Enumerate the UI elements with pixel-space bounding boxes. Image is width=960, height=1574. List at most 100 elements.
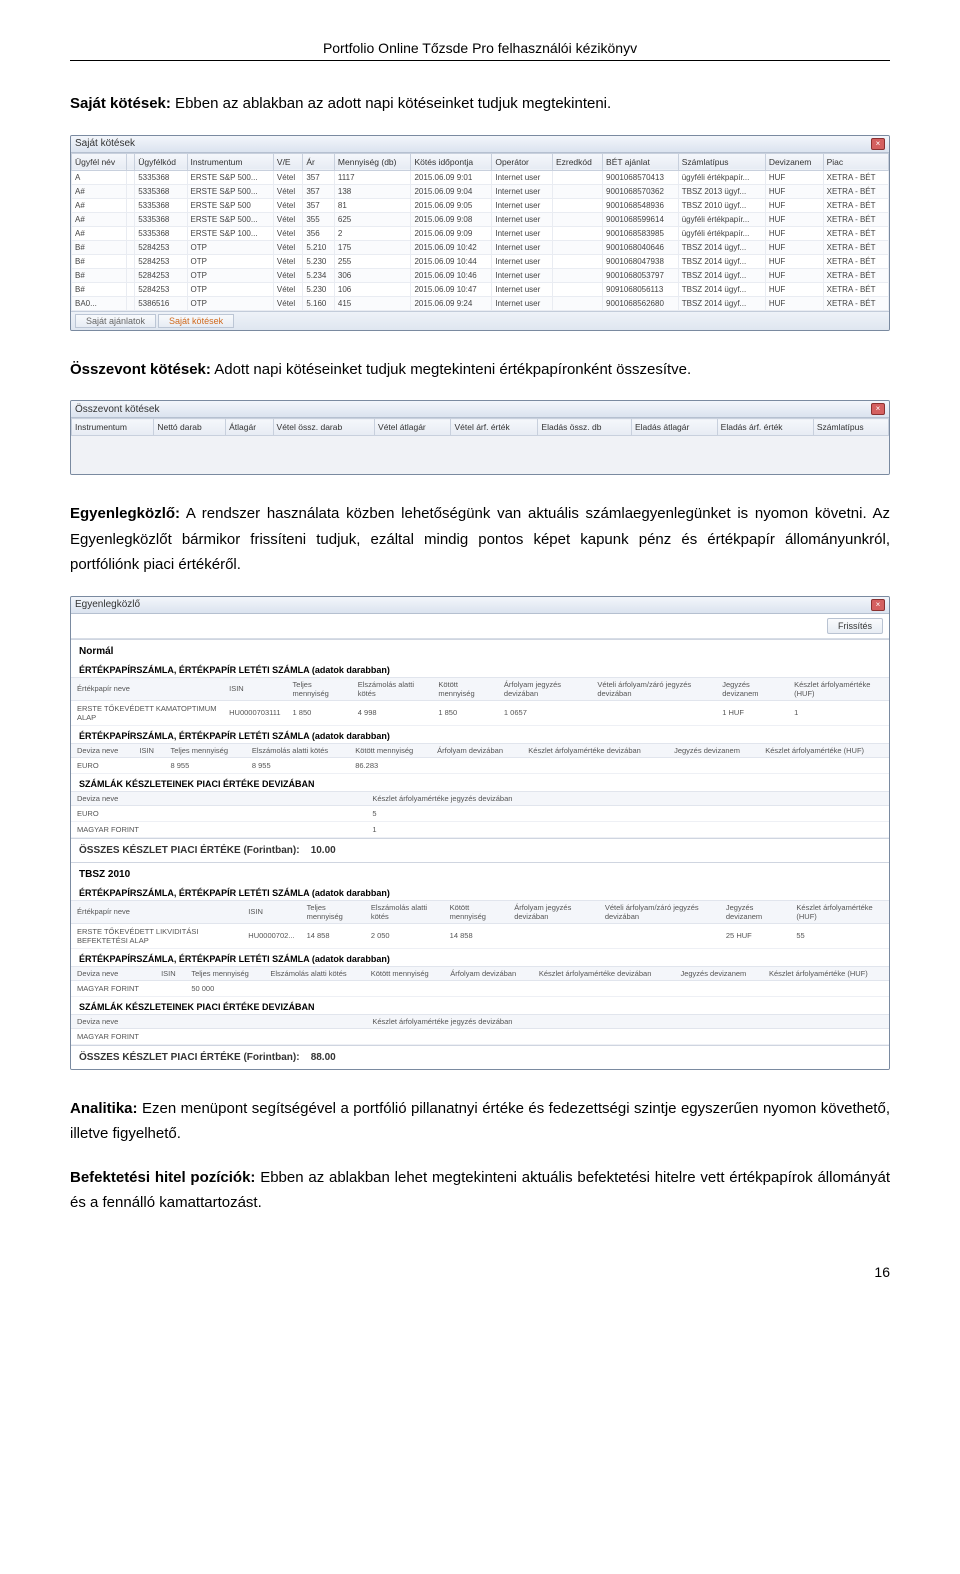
column-header[interactable]: Készlet árfolyamértéke devizában — [533, 966, 675, 980]
column-header[interactable]: Piac — [823, 153, 888, 170]
column-header[interactable]: Készlet árfolyamértéke (HUF) — [763, 966, 889, 980]
column-header[interactable]: Vétel össz. darab — [273, 419, 375, 436]
table-row[interactable]: B#5284253OTPVétel5.2343062015.06.09 10:4… — [72, 268, 889, 282]
column-header[interactable]: Elszámolás alatti kötés — [352, 677, 433, 700]
table-row[interactable]: B#5284253OTPVétel5.2101752015.06.09 10:4… — [72, 240, 889, 254]
table-row[interactable]: EURO5 — [71, 805, 889, 821]
column-header[interactable]: Eladás árf. érték — [717, 419, 813, 436]
column-header[interactable] — [325, 791, 366, 805]
column-header[interactable]: Átlagár — [226, 419, 273, 436]
column-header[interactable]: Árfolyam devizában — [431, 743, 522, 757]
column-header[interactable]: Árfolyam jegyzés devizában — [508, 900, 599, 923]
column-header[interactable]: Kötött mennyiség — [444, 900, 509, 923]
table-row[interactable]: B#5284253OTPVétel5.2302552015.06.09 10:4… — [72, 254, 889, 268]
refresh-button[interactable]: Frissítés — [827, 618, 883, 634]
column-header[interactable]: Készlet árfolyamértéke (HUF) — [790, 900, 889, 923]
column-header[interactable] — [127, 153, 135, 170]
column-header[interactable]: Teljes mennyiség — [185, 966, 264, 980]
column-header[interactable]: V/E — [273, 153, 302, 170]
column-header[interactable]: Ügyfélkód — [135, 153, 187, 170]
column-header[interactable]: Ár — [303, 153, 335, 170]
table-row[interactable]: ERSTE TŐKEVÉDETT KAMATOPTIMUM ALAPHU0000… — [71, 700, 889, 725]
table-cell: 625 — [334, 212, 411, 226]
column-header[interactable]: Teljes mennyiség — [301, 900, 365, 923]
table-row[interactable]: A#5335368ERSTE S&P 500...Vétel3556252015… — [72, 212, 889, 226]
column-header[interactable]: Kötött mennyiség — [432, 677, 498, 700]
column-header[interactable] — [325, 1014, 366, 1028]
column-header[interactable]: Nettó darab — [154, 419, 226, 436]
column-header[interactable]: Deviza neve — [71, 1014, 325, 1028]
table-row[interactable]: A#5335368ERSTE S&P 500...Vétel3571382015… — [72, 184, 889, 198]
column-header[interactable]: Vételi árfolyam/záró jegyzés devizában — [599, 900, 720, 923]
column-header[interactable]: Elszámolás alatti kötés — [246, 743, 349, 757]
table-cell: 5335368 — [135, 170, 187, 184]
column-header[interactable]: Jegyzés devizanem — [720, 900, 791, 923]
column-header[interactable]: Elszámolás alatti kötés — [264, 966, 364, 980]
column-header[interactable]: Instrumentum — [72, 419, 154, 436]
close-icon[interactable]: × — [871, 403, 885, 415]
column-header[interactable]: Eladás átlagár — [632, 419, 718, 436]
column-header[interactable]: Árfolyam devizában — [444, 966, 533, 980]
column-header[interactable]: BÉT ajánlat — [603, 153, 679, 170]
column-header[interactable]: Értékpapír neve — [71, 677, 223, 700]
column-header[interactable]: Instrumentum — [187, 153, 273, 170]
table-row[interactable]: BA0...5386516OTPVétel5.1604152015.06.09 … — [72, 296, 889, 310]
column-header[interactable]: Kötött mennyiség — [349, 743, 431, 757]
column-header[interactable]: ISIN — [155, 966, 185, 980]
column-header[interactable]: ISIN — [242, 900, 300, 923]
column-header[interactable]: Készlet árfolyamértéke (HUF) — [759, 743, 889, 757]
column-header[interactable]: Teljes mennyiség — [164, 743, 245, 757]
table-cell: OTP — [187, 240, 273, 254]
table-cell: 1117 — [334, 170, 411, 184]
column-header[interactable]: Jegyzés devizanem — [668, 743, 759, 757]
column-header[interactable]: Mennyiség (db) — [334, 153, 411, 170]
column-header[interactable]: Vételi árfolyam/záró jegyzés devizában — [591, 677, 716, 700]
column-header[interactable]: Ezredkód — [552, 153, 602, 170]
column-header[interactable]: Eladás össz. db — [538, 419, 632, 436]
table-cell: Vétel — [273, 240, 302, 254]
table-cell: Internet user — [492, 268, 553, 282]
column-header[interactable]: Készlet árfolyamértéke devizában — [522, 743, 668, 757]
column-header[interactable]: Készlet árfolyamértéke (HUF) — [788, 677, 889, 700]
column-header[interactable]: Értékpapír neve — [71, 900, 242, 923]
column-header[interactable]: Kötés időpontja — [411, 153, 492, 170]
table-row[interactable]: ERSTE TŐKEVÉDETT LIKVIDITÁSI BEFEKTETÉSI… — [71, 923, 889, 948]
table-row[interactable]: MAGYAR FORINT1 — [71, 821, 889, 837]
tab-sajat-kotesek[interactable]: Saját kötések — [158, 314, 234, 328]
column-header[interactable]: Vétel átlagár — [375, 419, 451, 436]
column-header[interactable]: Elszámolás alatti kötés — [365, 900, 444, 923]
column-header[interactable]: Számlatípus — [678, 153, 765, 170]
column-header[interactable]: Vétel árf. érték — [451, 419, 538, 436]
column-header[interactable]: Jegyzés devizanem — [716, 677, 788, 700]
column-header[interactable]: Deviza neve — [71, 791, 325, 805]
table-row[interactable]: MAGYAR FORINT — [71, 1028, 889, 1044]
table-row[interactable]: A5335368ERSTE S&P 500...Vétel35711172015… — [72, 170, 889, 184]
tab-sajat-ajanlatok[interactable]: Saját ajánlatok — [75, 314, 156, 328]
table-row[interactable]: A#5335368ERSTE S&P 100...Vétel35622015.0… — [72, 226, 889, 240]
column-header[interactable]: Számlatípus — [813, 419, 888, 436]
column-header[interactable]: Kötött mennyiség — [365, 966, 445, 980]
table-row[interactable]: B#5284253OTPVétel5.2301062015.06.09 10:4… — [72, 282, 889, 296]
column-header[interactable]: ISIN — [223, 677, 286, 700]
table-cell — [552, 198, 602, 212]
table-cell: 9001068053797 — [603, 268, 679, 282]
column-header[interactable]: Készlet árfolyamértéke jegyzés devizában — [366, 1014, 889, 1028]
column-header[interactable]: Operátor — [492, 153, 553, 170]
column-header[interactable]: Teljes mennyiség — [287, 677, 352, 700]
table-cell: 106 — [334, 282, 411, 296]
column-header[interactable]: Deviza neve — [71, 966, 155, 980]
table-row[interactable]: MAGYAR FORINT50 000 — [71, 980, 889, 996]
close-icon[interactable]: × — [871, 599, 885, 611]
table-cell: 355 — [303, 212, 335, 226]
close-icon[interactable]: × — [871, 138, 885, 150]
column-header[interactable]: Árfolyam jegyzés devizában — [498, 677, 591, 700]
column-header[interactable]: ISIN — [133, 743, 164, 757]
column-header[interactable]: Devizanem — [765, 153, 823, 170]
column-header[interactable]: Készlet árfolyamértéke jegyzés devizában — [366, 791, 889, 805]
table-row[interactable]: EURO8 9558 95586.283 — [71, 757, 889, 773]
table-row[interactable]: A#5335368ERSTE S&P 500Vétel357812015.06.… — [72, 198, 889, 212]
column-header[interactable]: Deviza neve — [71, 743, 133, 757]
table-cell: XETRA - BÉT — [823, 296, 888, 310]
column-header[interactable]: Ügyfél név — [72, 153, 127, 170]
column-header[interactable]: Jegyzés devizanem — [674, 966, 763, 980]
